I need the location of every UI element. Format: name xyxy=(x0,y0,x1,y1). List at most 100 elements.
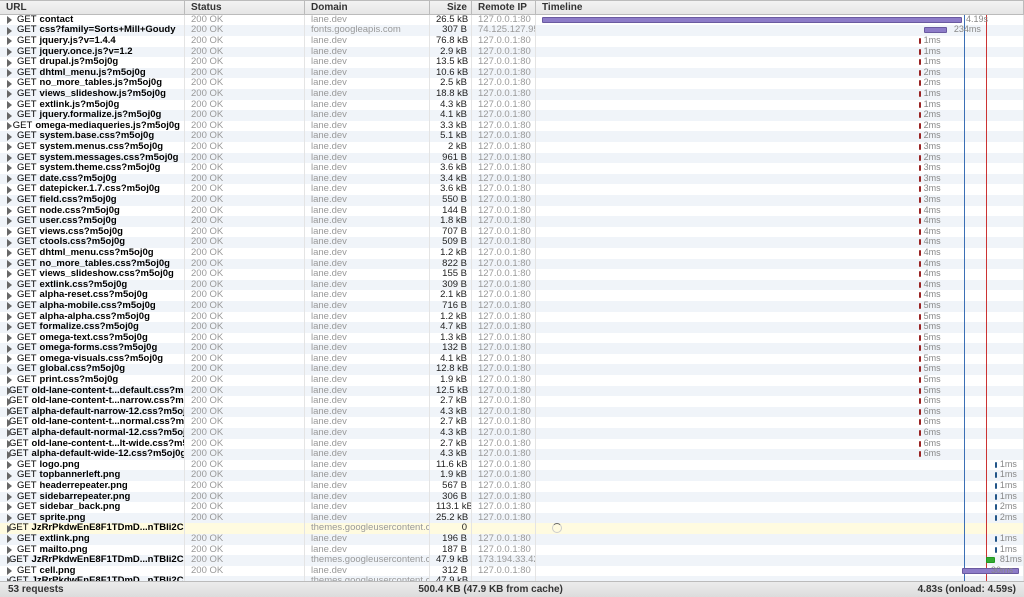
request-url-cell[interactable]: GETextlink.js?m5oj0g xyxy=(0,100,185,111)
expand-icon[interactable] xyxy=(6,260,14,268)
expand-icon[interactable] xyxy=(6,546,14,554)
table-row[interactable]: GETalpha-alpha.css?m5oj0g200 OKlane.dev1… xyxy=(0,312,1024,323)
request-url-cell[interactable]: GETcontact xyxy=(0,15,185,26)
request-url-cell[interactable]: GETold-lane-content-t...default.css?m5oj… xyxy=(0,386,185,397)
expand-icon[interactable] xyxy=(6,112,14,120)
col-header-status[interactable]: Status xyxy=(185,1,305,14)
col-header-size[interactable]: Size xyxy=(430,1,472,14)
expand-icon[interactable] xyxy=(6,217,14,225)
table-row[interactable]: GETalpha-default-narrow-12.css?m5oj0g200… xyxy=(0,407,1024,418)
col-header-domain[interactable]: Domain xyxy=(305,1,430,14)
request-url-cell[interactable]: GETsystem.theme.css?m5oj0g xyxy=(0,163,185,174)
table-row[interactable]: GETviews_slideshow.css?m5oj0g200 OKlane.… xyxy=(0,269,1024,280)
table-row[interactable]: GETjquery.once.js?v=1.2200 OKlane.dev2.9… xyxy=(0,47,1024,58)
request-url-cell[interactable]: GETviews.css?m5oj0g xyxy=(0,227,185,238)
expand-icon[interactable] xyxy=(6,37,14,45)
expand-icon[interactable] xyxy=(6,270,14,278)
expand-icon[interactable] xyxy=(6,249,14,257)
request-url-cell[interactable]: GETno_more_tables.js?m5oj0g xyxy=(0,78,185,89)
expand-icon[interactable] xyxy=(6,302,14,310)
request-url-cell[interactable]: GETglobal.css?m5oj0g xyxy=(0,364,185,375)
table-row[interactable]: GETJzRrPkdwEnE8F1TDmD...nTBIi2CPCdpvk.th… xyxy=(0,523,1024,534)
table-row[interactable]: GETalpha-default-normal-12.css?m5oj0g200… xyxy=(0,428,1024,439)
table-row[interactable]: GETomega-forms.css?m5oj0g200 OKlane.dev1… xyxy=(0,343,1024,354)
expand-icon[interactable] xyxy=(6,334,14,342)
expand-icon[interactable] xyxy=(6,355,14,363)
table-row[interactable]: GETctools.css?m5oj0g200 OKlane.dev509 B1… xyxy=(0,237,1024,248)
expand-icon[interactable] xyxy=(6,143,14,151)
request-url-cell[interactable]: GETfield.css?m5oj0g xyxy=(0,195,185,206)
request-url-cell[interactable]: GETformalize.css?m5oj0g xyxy=(0,322,185,333)
table-row[interactable]: GETnode.css?m5oj0g200 OKlane.dev144 B127… xyxy=(0,206,1024,217)
expand-icon[interactable] xyxy=(6,345,14,353)
request-url-cell[interactable]: GETalpha-default-narrow-12.css?m5oj0g xyxy=(0,407,185,418)
table-row[interactable]: GETsystem.menus.css?m5oj0g200 OKlane.dev… xyxy=(0,142,1024,153)
expand-icon[interactable] xyxy=(6,461,14,469)
request-url-cell[interactable]: GETcell.png xyxy=(0,566,185,577)
expand-icon[interactable] xyxy=(6,154,14,162)
table-row[interactable]: GETheaderrepeater.png200 OKlane.dev567 B… xyxy=(0,481,1024,492)
request-url-cell[interactable]: GETctools.css?m5oj0g xyxy=(0,237,185,248)
request-url-cell[interactable]: GETsprite.png xyxy=(0,513,185,524)
request-url-cell[interactable]: GETlogo.png xyxy=(0,460,185,471)
table-row[interactable]: GETold-lane-content-t...narrow.css?m5oj0… xyxy=(0,396,1024,407)
expand-icon[interactable] xyxy=(6,503,14,511)
expand-icon[interactable] xyxy=(6,175,14,183)
request-url-cell[interactable]: GETold-lane-content-t...lt-wide.css?m5oj… xyxy=(0,439,185,450)
expand-icon[interactable] xyxy=(6,239,14,247)
request-url-cell[interactable]: GETold-lane-content-t...narrow.css?m5oj0… xyxy=(0,396,185,407)
table-row[interactable]: GETalpha-default-wide-12.css?m5oj0g200 O… xyxy=(0,449,1024,460)
request-url-cell[interactable]: GETomega-visuals.css?m5oj0g xyxy=(0,354,185,365)
table-row[interactable]: GETdrupal.js?m5oj0g200 OKlane.dev13.5 kB… xyxy=(0,57,1024,68)
request-url-cell[interactable]: GETomega-mediaqueries.js?m5oj0g xyxy=(0,121,185,132)
table-row[interactable]: GETprint.css?m5oj0g200 OKlane.dev1.9 kB1… xyxy=(0,375,1024,386)
request-url-cell[interactable]: GETalpha-default-wide-12.css?m5oj0g xyxy=(0,449,185,460)
request-url-cell[interactable]: GETdhtml_menu.js?m5oj0g xyxy=(0,68,185,79)
table-row[interactable]: GETomega-visuals.css?m5oj0g200 OKlane.de… xyxy=(0,354,1024,365)
expand-icon[interactable] xyxy=(6,482,14,490)
table-row[interactable]: GETJzRrPkdwEnE8F1TDmD...nTBIi2CPCdpvk.20… xyxy=(0,555,1024,566)
table-row[interactable]: GETno_more_tables.js?m5oj0g200 OKlane.de… xyxy=(0,78,1024,89)
table-row[interactable]: GETviews.css?m5oj0g200 OKlane.dev707 B12… xyxy=(0,227,1024,238)
expand-icon[interactable] xyxy=(6,80,14,88)
expand-icon[interactable] xyxy=(6,376,14,384)
request-url-cell[interactable]: GETtopbannerleft.png xyxy=(0,470,185,481)
table-row[interactable]: GETomega-mediaqueries.js?m5oj0g200 OKlan… xyxy=(0,121,1024,132)
col-header-remote[interactable]: Remote IP xyxy=(472,1,536,14)
table-row[interactable]: GETalpha-reset.css?m5oj0g200 OKlane.dev2… xyxy=(0,290,1024,301)
table-row[interactable]: GETextlink.css?m5oj0g200 OKlane.dev309 B… xyxy=(0,280,1024,291)
expand-icon[interactable] xyxy=(6,207,14,215)
expand-icon[interactable] xyxy=(6,493,14,501)
request-url-cell[interactable]: GETno_more_tables.css?m5oj0g xyxy=(0,259,185,270)
request-url-cell[interactable]: GETalpha-mobile.css?m5oj0g xyxy=(0,301,185,312)
request-url-cell[interactable]: GETalpha-reset.css?m5oj0g xyxy=(0,290,185,301)
request-url-cell[interactable]: GETnode.css?m5oj0g xyxy=(0,206,185,217)
table-row[interactable]: GETsystem.base.css?m5oj0g200 OKlane.dev5… xyxy=(0,131,1024,142)
expand-icon[interactable] xyxy=(6,535,14,543)
table-row[interactable]: GETsidebar_back.png200 OKlane.dev113.1 k… xyxy=(0,502,1024,513)
table-row[interactable]: GETfield.css?m5oj0g200 OKlane.dev550 B12… xyxy=(0,195,1024,206)
table-row[interactable]: GETtopbannerleft.png200 OKlane.dev1.9 kB… xyxy=(0,470,1024,481)
expand-icon[interactable] xyxy=(6,27,14,35)
table-row[interactable]: GETno_more_tables.css?m5oj0g200 OKlane.d… xyxy=(0,259,1024,270)
expand-icon[interactable] xyxy=(6,90,14,98)
table-row[interactable]: GETlogo.png200 OKlane.dev11.6 kB127.0.0.… xyxy=(0,460,1024,471)
expand-icon[interactable] xyxy=(6,292,14,300)
col-header-timeline[interactable]: Timeline xyxy=(536,1,1024,14)
request-url-cell[interactable]: GETdate.css?m5oj0g xyxy=(0,174,185,185)
request-url-cell[interactable]: GETJzRrPkdwEnE8F1TDmD...nTBIi2CPCdpvk. xyxy=(0,523,185,534)
table-row[interactable]: GETextlink.js?m5oj0g200 OKlane.dev4.3 kB… xyxy=(0,100,1024,111)
request-url-cell[interactable]: GETjquery.formalize.js?m5oj0g xyxy=(0,110,185,121)
expand-icon[interactable] xyxy=(6,281,14,289)
col-header-url[interactable]: URL xyxy=(0,1,185,14)
request-url-cell[interactable]: GETsidebarrepeater.png xyxy=(0,492,185,503)
table-row[interactable]: GETsystem.theme.css?m5oj0g200 OKlane.dev… xyxy=(0,163,1024,174)
request-url-cell[interactable]: GETviews_slideshow.js?m5oj0g xyxy=(0,89,185,100)
table-row[interactable]: GETsidebarrepeater.png200 OKlane.dev306 … xyxy=(0,492,1024,503)
request-url-cell[interactable]: GETalpha-default-normal-12.css?m5oj0g xyxy=(0,428,185,439)
expand-icon[interactable] xyxy=(6,323,14,331)
expand-icon[interactable] xyxy=(6,313,14,321)
expand-icon[interactable] xyxy=(6,186,14,194)
expand-icon[interactable] xyxy=(6,567,14,575)
request-url-cell[interactable]: GETextlink.css?m5oj0g xyxy=(0,280,185,291)
